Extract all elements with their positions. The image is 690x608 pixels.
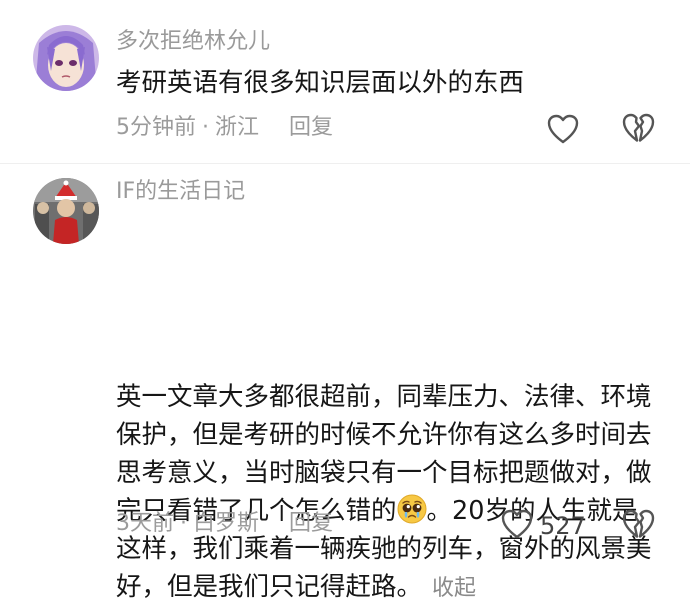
heart-outline-icon	[546, 113, 580, 149]
collapse-button[interactable]: 收起	[432, 576, 476, 601]
comment-meta: 5分钟前 · 浙江 回复	[116, 114, 333, 142]
like-button[interactable]	[546, 113, 580, 149]
dislike-button[interactable]	[621, 508, 655, 544]
like-count: 527	[540, 512, 586, 540]
reply-button[interactable]: 回复	[289, 115, 333, 140]
comment-item: IF的生活日记 英一文章大多都很超前，同辈压力、法律、环境保护，但是考研的时候不…	[0, 164, 690, 602]
comment-meta: 3天前 · 白罗斯 回复	[116, 510, 333, 538]
username[interactable]: IF的生活日记	[116, 178, 245, 206]
username[interactable]: 多次拒绝林允儿	[116, 28, 270, 56]
avatar[interactable]	[33, 25, 99, 91]
pleading-face-emoji	[397, 494, 427, 524]
avatar[interactable]	[33, 178, 99, 244]
dislike-button[interactable]	[621, 112, 655, 148]
reply-button[interactable]: 回复	[289, 511, 333, 536]
comment-item: 多次拒绝林允儿 考研英语有很多知识层面以外的东西 5分钟前 · 浙江 回复	[0, 0, 690, 164]
broken-heart-outline-icon	[621, 509, 655, 544]
timestamp: 5分钟前	[116, 115, 196, 140]
comment-text: 英一文章大多都很超前，同辈压力、法律、环境保护，但是考研的时候不允许你有这么多时…	[116, 378, 661, 608]
location: 浙江	[215, 115, 260, 140]
heart-outline-icon	[500, 508, 534, 544]
separator: ·	[202, 115, 209, 140]
broken-heart-outline-icon	[621, 113, 655, 148]
comment-text: 考研英语有很多知识层面以外的东西	[116, 68, 525, 98]
like-button[interactable]: 527	[500, 508, 586, 544]
timestamp: 3天前	[116, 511, 174, 536]
separator: ·	[180, 511, 187, 536]
location: 白罗斯	[193, 511, 260, 536]
